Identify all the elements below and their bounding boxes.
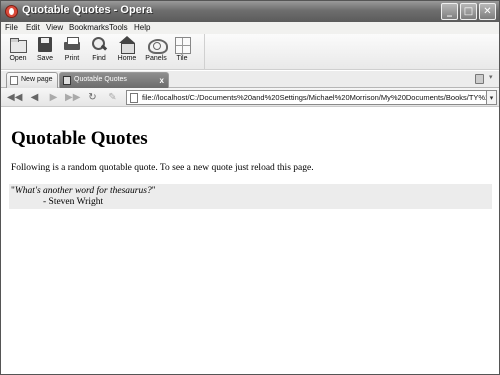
- menu-tools[interactable]: Tools: [109, 22, 128, 34]
- page-icon: [63, 76, 71, 85]
- menu-bookmarks[interactable]: Bookmarks: [69, 22, 109, 34]
- tile-icon: [173, 36, 191, 54]
- tab-close-button[interactable]: x: [160, 74, 164, 88]
- menu-file[interactable]: File: [5, 22, 18, 34]
- intro-text: Following is a random quotable quote. To…: [11, 163, 314, 173]
- page-heading: Quotable Quotes: [11, 128, 148, 149]
- print-icon: [63, 36, 81, 53]
- minimize-button[interactable]: _: [441, 3, 458, 20]
- menu-view[interactable]: View: [46, 22, 63, 34]
- tab-bar: New page Quotable Quotes x ▾: [1, 71, 499, 88]
- quote-box: "What's another word for thesaurus?" - S…: [9, 184, 492, 209]
- tab-quotable-quotes[interactable]: Quotable Quotes x: [59, 72, 169, 88]
- open-button[interactable]: Open: [5, 35, 31, 69]
- rewind-icon[interactable]: ◀◀: [7, 90, 22, 105]
- chevron-down-icon[interactable]: ▾: [489, 73, 493, 81]
- home-label: Home: [117, 55, 137, 62]
- quote-close-mark: ": [151, 186, 156, 196]
- print-label: Print: [64, 55, 80, 62]
- tab-label: Quotable Quotes: [74, 76, 127, 83]
- page-content: Quotable Quotes Following is a random qu…: [1, 108, 499, 374]
- close-button[interactable]: ✕: [479, 3, 496, 20]
- title-bar[interactable]: Quotable Quotes - Opera _ □ ✕: [1, 1, 499, 22]
- edit-icon[interactable]: ✎: [105, 90, 120, 105]
- panels-button[interactable]: Panels: [143, 35, 169, 69]
- tile-label: Tile: [176, 55, 188, 62]
- back-icon[interactable]: ◀: [27, 90, 42, 105]
- fast-forward-icon[interactable]: ▶▶: [65, 90, 80, 105]
- tile-button[interactable]: Tile: [169, 35, 195, 69]
- tab-label: New page: [21, 76, 53, 83]
- home-icon: [118, 36, 136, 54]
- maximize-button[interactable]: □: [460, 3, 477, 20]
- open-label: Open: [9, 55, 27, 62]
- quote-author: - Steven Wright: [43, 197, 104, 207]
- open-icon: [9, 36, 27, 53]
- page-icon: [130, 93, 138, 103]
- find-label: Find: [92, 55, 106, 62]
- find-icon: [90, 36, 108, 53]
- address-text[interactable]: file://localhost/C:/Documents%20and%20Se…: [142, 92, 486, 103]
- window-title: Quotable Quotes - Opera: [22, 4, 153, 16]
- find-button[interactable]: Find: [86, 35, 112, 69]
- trash-icon[interactable]: [475, 74, 484, 84]
- panels-icon: [147, 36, 168, 54]
- address-dropdown-button[interactable]: ▾: [487, 90, 497, 105]
- home-button[interactable]: Home: [114, 35, 140, 69]
- address-field[interactable]: file://localhost/C:/Documents%20and%20Se…: [126, 90, 487, 105]
- reload-icon[interactable]: ↻: [85, 90, 100, 105]
- tab-new-page[interactable]: New page: [6, 72, 58, 88]
- quote-body: What's another word for thesaurus?: [14, 186, 152, 196]
- print-button[interactable]: Print: [59, 35, 85, 69]
- navigation-bar: ◀◀ ◀ ▶ ▶▶ ↻ ✎ file://localhost/C:/Docume…: [1, 88, 499, 107]
- save-icon: [36, 36, 54, 53]
- save-button[interactable]: Save: [32, 35, 58, 69]
- menu-help[interactable]: Help: [134, 22, 150, 34]
- page-icon: [10, 76, 18, 85]
- forward-icon[interactable]: ▶: [46, 90, 61, 105]
- opera-logo-icon: [5, 5, 18, 18]
- save-label: Save: [37, 55, 53, 62]
- menu-edit[interactable]: Edit: [26, 22, 40, 34]
- panels-label: Panels: [145, 55, 167, 62]
- main-toolbar: Open Save Print Find Home Panels Tile: [1, 34, 499, 70]
- quote-text: "What's another word for thesaurus?": [11, 186, 156, 196]
- menu-bar: File Edit View Bookmarks Tools Help: [1, 22, 499, 34]
- toolbar-divider: [204, 34, 205, 70]
- browser-window: Quotable Quotes - Opera _ □ ✕ File Edit …: [0, 0, 500, 375]
